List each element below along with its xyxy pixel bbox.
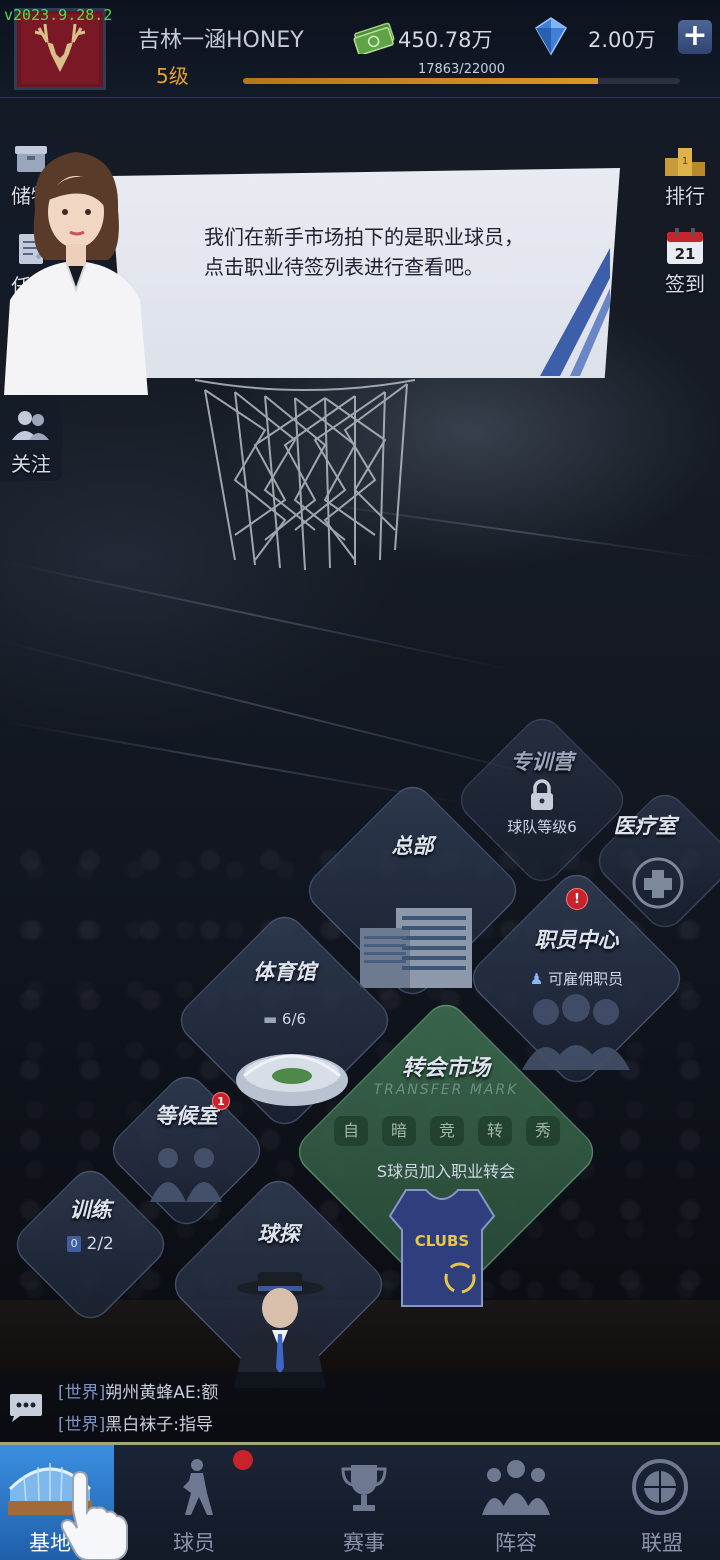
sidebar-item-follow[interactable]: 关注 bbox=[0, 400, 62, 481]
xp-text: 17863/22000 bbox=[417, 62, 506, 77]
world-chat-panel[interactable]: [世界]朔州黄蜂AE:额 [世界]黑白袜子:指导 bbox=[0, 1372, 720, 1442]
facility-title: 训练 bbox=[69, 1198, 112, 1222]
staff-icon: ♟ bbox=[529, 970, 544, 988]
player-icon bbox=[183, 1459, 213, 1515]
cash-icon bbox=[353, 22, 395, 54]
team-icon bbox=[482, 1460, 550, 1515]
users-icon bbox=[12, 411, 49, 440]
facility-subtitle-text: 2/2 bbox=[86, 1234, 114, 1254]
trophy-icon bbox=[341, 1465, 387, 1511]
tutorial-hand-pointer-icon bbox=[60, 1470, 128, 1560]
union-badge-icon bbox=[632, 1459, 688, 1515]
facility-title: 球探 bbox=[257, 1222, 300, 1246]
chat-text: 朔州黄蜂AE:额 bbox=[105, 1383, 219, 1403]
nav-tab-events[interactable]: 赛事 bbox=[292, 1445, 436, 1560]
chat-bubble-icon[interactable] bbox=[8, 1392, 44, 1424]
facility-english-title: TRANSFER MARK bbox=[373, 1082, 519, 1098]
facility-title: 职员中心 bbox=[534, 928, 619, 952]
chat-message: [世界]黑白袜子:指导 bbox=[58, 1410, 213, 1435]
xp-progress-bar bbox=[243, 78, 680, 84]
player-name: 吉林一涵HONEY bbox=[138, 28, 304, 53]
transfer-tag: 竞 bbox=[430, 1116, 464, 1146]
facility-title: 体育馆 bbox=[253, 960, 316, 984]
nav-tab-label: 联盟 bbox=[641, 1531, 683, 1555]
scout-figure-icon bbox=[234, 1272, 326, 1388]
add-currency-button[interactable]: + bbox=[678, 20, 712, 54]
transfer-tag: 转 bbox=[478, 1116, 512, 1146]
sidebar-item-checkin[interactable]: 21 签到 bbox=[654, 226, 716, 297]
facility-title: 转会市场 bbox=[401, 1056, 490, 1081]
calendar-day: 21 bbox=[675, 245, 696, 263]
facility-training[interactable]: 训练 0 2/2 bbox=[8, 1162, 173, 1327]
facility-subtitle-text: 可雇佣职员 bbox=[548, 970, 624, 988]
seat-icon: ▬ bbox=[262, 1010, 278, 1028]
podium-icon: 1 bbox=[665, 148, 705, 176]
facility-subtitle: ♟ 可雇佣职员 bbox=[464, 968, 689, 989]
notification-badge: 1 bbox=[212, 1092, 230, 1110]
facility-title: 专训营 bbox=[510, 750, 574, 774]
chat-channel: [世界] bbox=[58, 1383, 106, 1403]
guide-dialog-line: 点击职业待签列表进行查看吧。 bbox=[204, 255, 484, 279]
deer-crest-icon bbox=[21, 14, 99, 84]
jersey-text: CLUBS bbox=[415, 1232, 469, 1250]
jersey-icon: CLUBS bbox=[388, 1189, 496, 1307]
diamond-icon bbox=[534, 17, 568, 56]
facility-title: 等候室 bbox=[155, 1104, 218, 1128]
player-level: 5级 bbox=[156, 64, 189, 88]
version-label: v2023.9.28.2 bbox=[4, 6, 113, 24]
training-count-icon: 0 bbox=[67, 1236, 82, 1252]
guide-dialog-line: 我们在新手市场拍下的是职业球员， bbox=[204, 225, 524, 249]
transfer-tag: 暗 bbox=[382, 1116, 416, 1146]
nav-tab-alliance[interactable]: 联盟 bbox=[590, 1445, 720, 1560]
players-notification-dot bbox=[233, 1450, 253, 1470]
calendar-icon: 21 bbox=[667, 228, 703, 264]
gem-amount: 2.00万 bbox=[588, 28, 656, 52]
lock-icon bbox=[531, 779, 553, 810]
nav-tab-label: 球员 bbox=[173, 1531, 215, 1555]
guide-character bbox=[4, 152, 148, 395]
sidebar-item-ranking[interactable]: 1 排行 bbox=[654, 140, 716, 209]
svg-text:1: 1 bbox=[682, 156, 688, 167]
nav-tab-label: 阵容 bbox=[495, 1531, 537, 1555]
facility-title: 总部 bbox=[391, 834, 434, 858]
sidebar-item-label: 关注 bbox=[11, 452, 51, 476]
facility-subtitle: 0 2/2 bbox=[8, 1234, 173, 1254]
sidebar-item-label: 签到 bbox=[665, 272, 705, 296]
chat-text: 黑白袜子:指导 bbox=[105, 1415, 213, 1435]
nav-tab-lineup[interactable]: 阵容 bbox=[444, 1445, 588, 1560]
nav-tab-label: 赛事 bbox=[343, 1531, 385, 1555]
transfer-tag: 秀 bbox=[526, 1116, 560, 1146]
cash-amount: 450.78万 bbox=[398, 28, 493, 52]
guide-dialog-text: 我们在新手市场拍下的是职业球员， 点击职业待签列表进行查看吧。 bbox=[204, 222, 574, 282]
chat-channel: [世界] bbox=[58, 1415, 106, 1435]
basketball-net bbox=[195, 379, 415, 570]
sidebar-item-label: 排行 bbox=[665, 184, 705, 208]
facility-title: 医疗室 bbox=[613, 814, 677, 838]
transfer-tag: 自 bbox=[334, 1116, 368, 1146]
chat-message: [世界]朔州黄蜂AE:额 bbox=[58, 1378, 218, 1403]
alert-badge: ! bbox=[566, 888, 588, 910]
facility-scout[interactable]: 球探 bbox=[166, 1172, 391, 1397]
